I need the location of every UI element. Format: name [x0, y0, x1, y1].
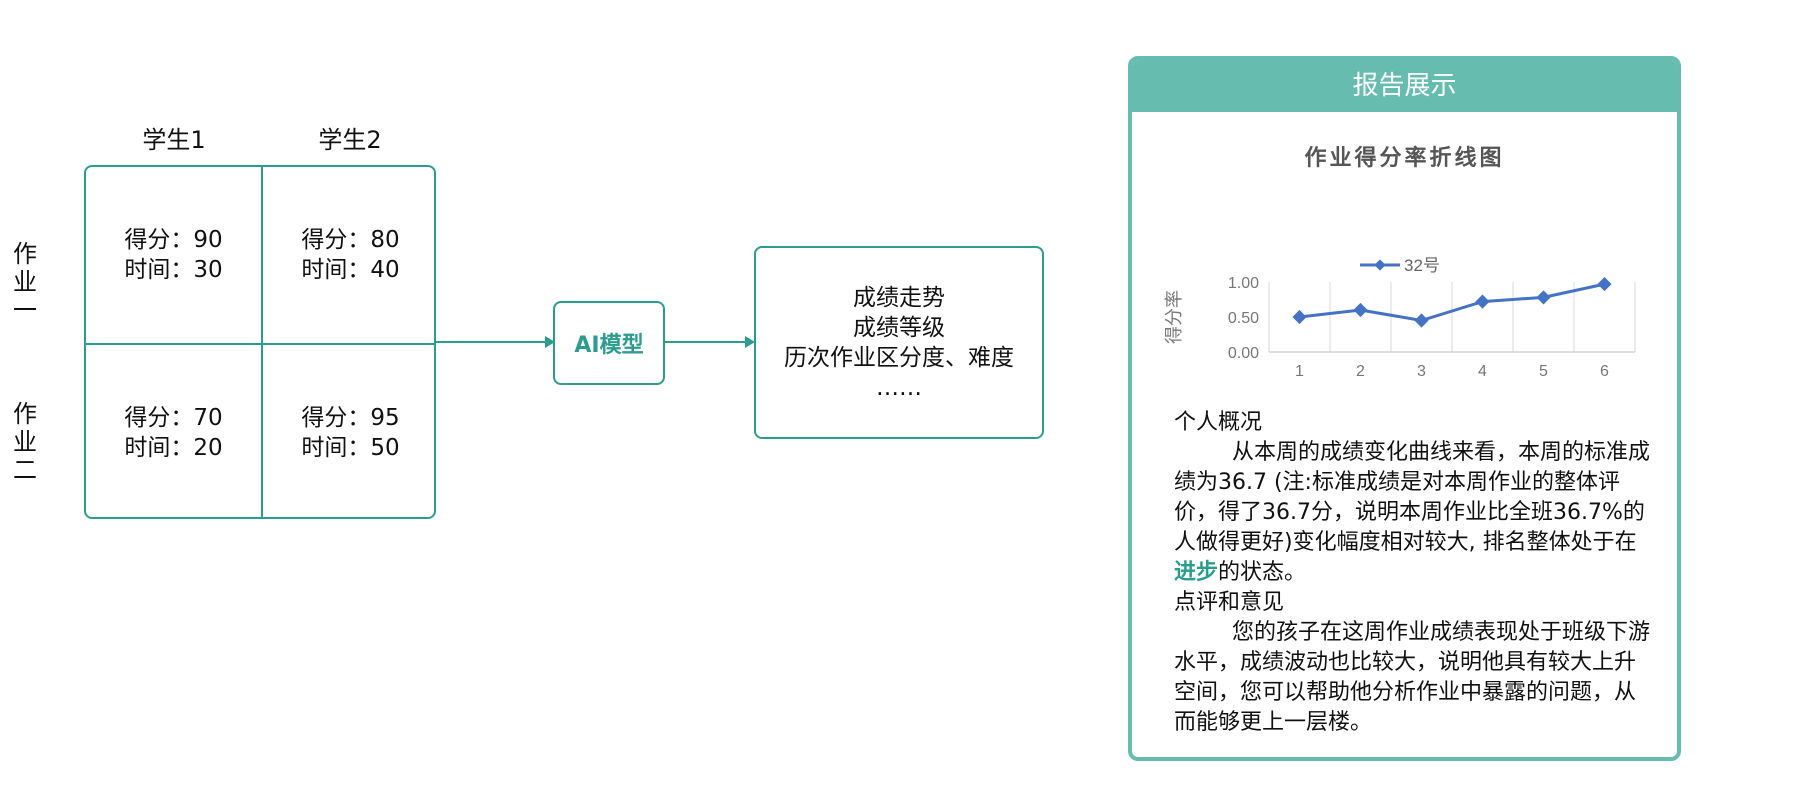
output-box: 成绩走势 成绩等级 历次作业区分度、难度 ……	[754, 246, 1044, 439]
report-body: 个人概况 从本周的成绩变化曲线来看，本周的标准成绩为36.7 (注:标准成绩是对…	[1174, 408, 1654, 738]
comments-paragraph: 您的孩子在这周作业成绩表现处于班级下游水平，成绩波动也比较大，说明他具有较大上升…	[1174, 620, 1651, 735]
cell-hw1-student2: 得分：80 时间：40	[263, 167, 438, 343]
overview-text-end: 的状态。	[1218, 560, 1307, 585]
arrow-grid-to-model	[436, 341, 545, 343]
overview-paragraph: 从本周的成绩变化曲线来看，本周的标准成绩为36.7 (注:标准成绩是对本周作业的…	[1174, 438, 1654, 588]
x-tick-label: 3	[1417, 363, 1426, 380]
output-line: 成绩等级	[853, 314, 945, 341]
x-tick-label: 4	[1478, 363, 1487, 380]
cell-hw1-student1: 得分：90 时间：30	[86, 167, 261, 343]
chart-title: 作业得分率折线图	[1304, 146, 1505, 171]
line-chart: 32号 0.000.501.00123456作业号得分率	[1164, 256, 1636, 380]
overview-text: 从本周的成绩变化曲线来看，本周的标准成绩为36.7 (注:标准成绩是对本周作业的…	[1174, 440, 1651, 555]
column-header-student2: 学生2	[318, 126, 382, 154]
score-text: 得分：70	[124, 405, 223, 431]
x-tick-label: 6	[1600, 363, 1609, 380]
x-tick-label: 2	[1356, 363, 1365, 380]
y-tick-label: 0.50	[1228, 310, 1259, 327]
output-line: 成绩走势	[853, 284, 945, 311]
row-label-homework1: 作业一	[10, 240, 40, 324]
output-line: 历次作业区分度、难度	[784, 344, 1014, 371]
data-point	[1597, 277, 1612, 292]
x-tick-label: 5	[1539, 363, 1548, 380]
score-text: 得分：95	[301, 405, 400, 431]
time-text: 时间：30	[124, 257, 223, 283]
row-label-text: 作业一	[13, 240, 37, 324]
legend-label: 32号	[1404, 256, 1440, 275]
time-text: 时间：40	[301, 257, 400, 283]
cell-hw2-student1: 得分：70 时间：20	[86, 345, 261, 521]
time-text: 时间：20	[124, 435, 223, 461]
output-line: ……	[876, 374, 922, 401]
section-title-overview: 个人概况	[1174, 410, 1263, 435]
ai-model-label: AI模型	[574, 333, 644, 358]
report-panel-header: 报告展示	[1132, 60, 1677, 112]
row-label-homework2: 作业二	[10, 400, 40, 484]
y-axis-title: 得分率	[1164, 290, 1184, 344]
score-text: 得分：80	[301, 227, 400, 253]
data-point	[1475, 294, 1490, 309]
column-header-student1: 学生1	[142, 126, 206, 154]
progress-highlight: 进步	[1174, 560, 1219, 585]
y-tick-label: 1.00	[1228, 275, 1259, 292]
ai-model-box: AI模型	[553, 301, 665, 385]
arrow-model-to-output	[665, 341, 745, 343]
cell-hw2-student2: 得分：95 时间：50	[263, 345, 438, 521]
legend-marker	[1374, 259, 1386, 271]
chart-legend: 32号	[1360, 256, 1440, 275]
section-title-comments: 点评和意见	[1174, 590, 1285, 615]
report-panel: 报告展示 作业得分率折线图 32号 0.000.501.00123456作业号得…	[1128, 56, 1681, 761]
data-point	[1536, 290, 1551, 305]
x-tick-label: 1	[1295, 363, 1304, 380]
time-text: 时间：50	[301, 435, 400, 461]
data-point	[1414, 313, 1429, 328]
data-point	[1353, 302, 1368, 318]
y-tick-label: 0.00	[1228, 345, 1259, 362]
data-point	[1292, 309, 1307, 325]
score-matrix: 得分：90 时间：30 得分：80 时间：40 得分：70 时间：20 得分：9…	[84, 165, 436, 519]
score-text: 得分：90	[124, 227, 223, 253]
row-label-text: 作业二	[13, 400, 37, 484]
